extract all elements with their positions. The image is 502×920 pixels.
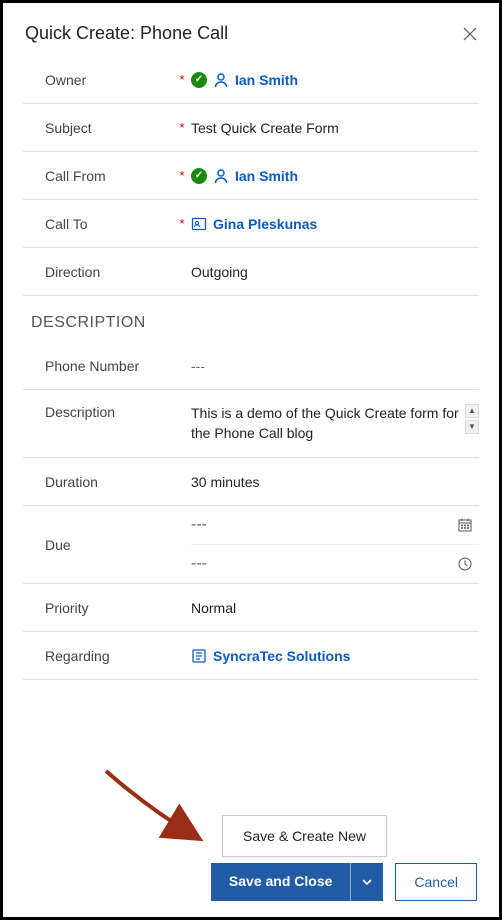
phone-number-value[interactable]: --- — [191, 358, 479, 374]
field-call-from[interactable]: Call From * ✓ Ian Smith — [23, 152, 479, 200]
field-subject[interactable]: Subject * Test Quick Create Form — [23, 104, 479, 152]
annotation-arrow-icon — [98, 763, 208, 853]
call-to-name: Gina Pleskunas — [213, 216, 317, 232]
owner-name: Ian Smith — [235, 72, 298, 88]
owner-value[interactable]: ✓ Ian Smith — [191, 72, 479, 88]
section-description-header: DESCRIPTION — [23, 296, 479, 342]
close-icon — [463, 27, 477, 41]
description-value[interactable]: This is a demo of the Quick Create form … — [191, 404, 479, 443]
subject-label: Subject — [23, 120, 173, 136]
due-time-value: --- — [191, 555, 207, 573]
direction-text: Outgoing — [191, 264, 248, 280]
direction-label: Direction — [23, 264, 173, 280]
priority-label: Priority — [23, 600, 173, 616]
field-owner[interactable]: Owner * ✓ Ian Smith — [23, 56, 479, 104]
owner-label: Owner — [23, 72, 173, 88]
check-badge-icon: ✓ — [191, 72, 207, 88]
field-due: Due --- --- — [23, 506, 479, 584]
cancel-button[interactable]: Cancel — [395, 863, 477, 901]
duration-label: Duration — [23, 474, 173, 490]
save-create-new-menuitem[interactable]: Save & Create New — [222, 815, 387, 857]
contact-card-icon — [191, 216, 207, 232]
button-bar: Save and Close Cancel — [211, 863, 477, 901]
call-from-label: Call From — [23, 168, 173, 184]
save-and-close-button[interactable]: Save and Close — [211, 863, 351, 901]
required-mark: * — [173, 72, 191, 87]
call-from-name: Ian Smith — [235, 168, 298, 184]
form-title: Quick Create: Phone Call — [25, 23, 228, 44]
priority-text: Normal — [191, 600, 236, 616]
person-icon — [213, 168, 229, 184]
direction-value[interactable]: Outgoing — [191, 264, 479, 280]
form-body: Owner * ✓ Ian Smith Subject * Test Quick… — [3, 56, 499, 680]
regarding-value[interactable]: SyncraTec Solutions — [191, 648, 479, 664]
phone-number-label: Phone Number — [23, 358, 173, 374]
check-badge-icon: ✓ — [191, 168, 207, 184]
entity-icon — [191, 648, 207, 664]
close-button[interactable] — [463, 27, 477, 41]
scroll-up-icon[interactable]: ▲ — [465, 404, 479, 418]
duration-value[interactable]: 30 minutes — [191, 474, 479, 490]
form-header: Quick Create: Phone Call — [3, 3, 499, 56]
description-text: This is a demo of the Quick Create form … — [191, 404, 459, 443]
duration-text: 30 minutes — [191, 474, 259, 490]
field-regarding[interactable]: Regarding SyncraTec Solutions — [23, 632, 479, 680]
field-description[interactable]: Description This is a demo of the Quick … — [23, 390, 479, 458]
calendar-icon[interactable] — [457, 517, 473, 533]
field-duration[interactable]: Duration 30 minutes — [23, 458, 479, 506]
field-priority[interactable]: Priority Normal — [23, 584, 479, 632]
due-date-input[interactable]: --- — [191, 506, 479, 544]
chevron-down-icon — [361, 876, 373, 888]
regarding-label: Regarding — [23, 648, 173, 664]
call-to-label: Call To — [23, 216, 173, 232]
form-footer: Save & Create New Save and Close Cancel — [211, 815, 477, 901]
required-mark: * — [173, 216, 191, 231]
subject-value[interactable]: Test Quick Create Form — [191, 120, 479, 136]
field-call-to[interactable]: Call To * Gina Pleskunas — [23, 200, 479, 248]
regarding-text: SyncraTec Solutions — [213, 648, 350, 664]
due-label: Due — [23, 506, 173, 583]
call-from-value[interactable]: ✓ Ian Smith — [191, 168, 479, 184]
priority-value[interactable]: Normal — [191, 600, 479, 616]
required-spacer — [173, 506, 191, 583]
clock-icon[interactable] — [457, 556, 473, 572]
save-dropdown-button[interactable] — [350, 863, 383, 901]
field-phone-number[interactable]: Phone Number --- — [23, 342, 479, 390]
save-and-close-split-button: Save and Close — [211, 863, 384, 901]
required-mark: * — [173, 168, 191, 183]
description-label: Description — [23, 404, 173, 420]
subject-text: Test Quick Create Form — [191, 120, 339, 136]
scroll-down-icon[interactable]: ▼ — [465, 420, 479, 434]
phone-number-text: --- — [191, 358, 205, 374]
due-date-value: --- — [191, 516, 207, 534]
call-to-value[interactable]: Gina Pleskunas — [191, 216, 479, 232]
field-direction[interactable]: Direction Outgoing — [23, 248, 479, 296]
description-scrollbar[interactable]: ▲ ▼ — [465, 404, 479, 434]
due-time-input[interactable]: --- — [191, 544, 479, 583]
person-icon — [213, 72, 229, 88]
required-mark: * — [173, 120, 191, 135]
